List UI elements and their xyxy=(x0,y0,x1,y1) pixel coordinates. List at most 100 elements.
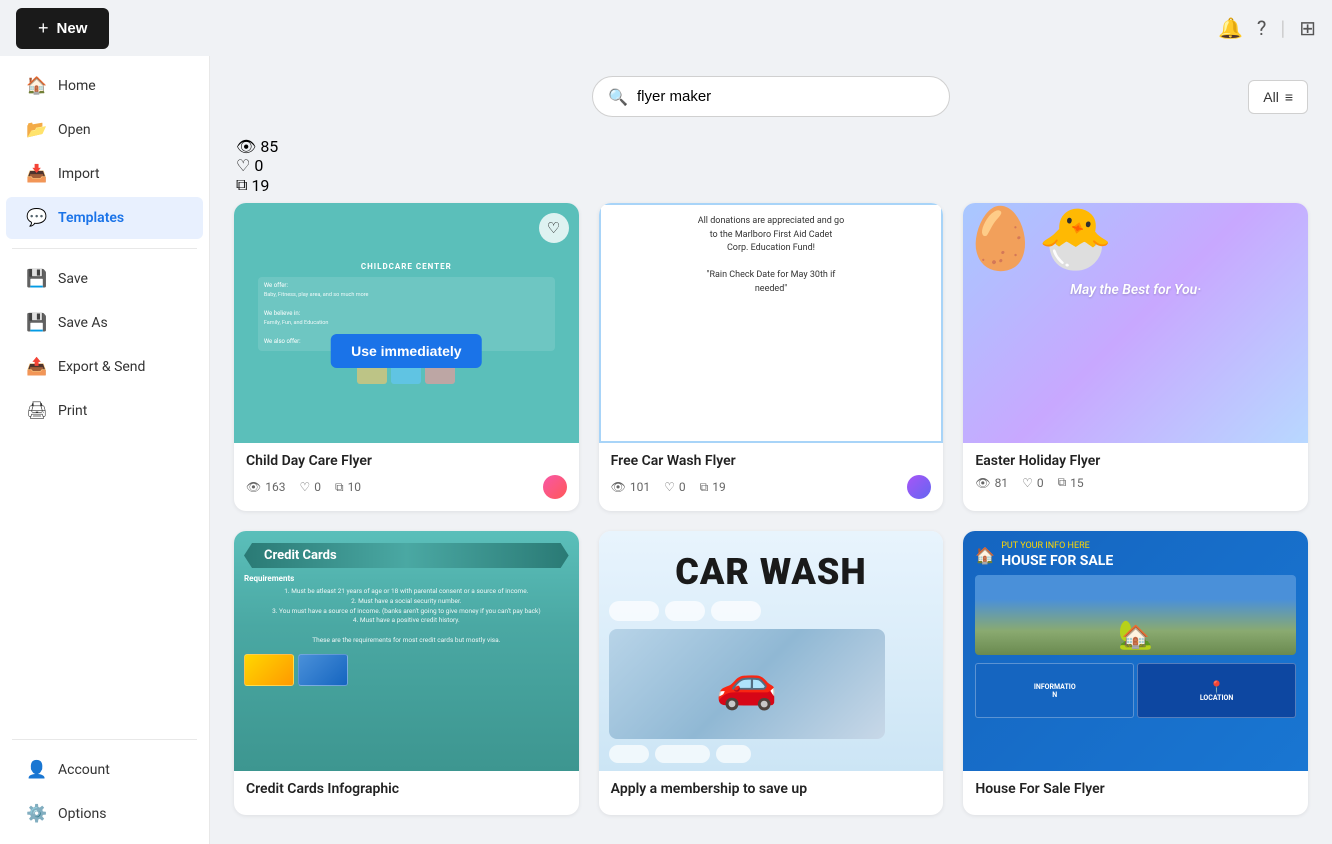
house-image: 🏠 PUT YOUR INFO HERE HOUSE FOR SALE 🏡 IN… xyxy=(963,531,1308,771)
heart-icon: ♡ xyxy=(299,480,310,494)
template-card-credit[interactable]: Credit Cards Requirements 1. Must be atl… xyxy=(234,531,579,815)
easter-title: Easter Holiday Flyer xyxy=(975,453,1296,469)
house-location-box: 📍 LOCATION xyxy=(1137,663,1296,718)
divider: | xyxy=(1280,16,1285,40)
new-button[interactable]: + New xyxy=(16,8,109,49)
freecarwash-card-info: Free Car Wash Flyer 👁 101 ♡ 0 xyxy=(599,443,944,511)
search-input[interactable] xyxy=(592,76,950,117)
childcare-image: ♡ CHILDCARE CENTER We offer: Baby, Fitne… xyxy=(234,203,579,443)
open-icon: 📂 xyxy=(26,120,46,140)
carwash-heading: CAR WASH xyxy=(609,551,934,593)
save-as-icon: 💾 xyxy=(26,313,46,333)
new-label: New xyxy=(57,20,88,37)
template-card-house[interactable]: 🏠 PUT YOUR INFO HERE HOUSE FOR SALE 🏡 IN… xyxy=(963,531,1308,815)
templates-icon: 💬 xyxy=(26,208,46,228)
sidebar-item-export[interactable]: 📤 Export & Send xyxy=(6,346,203,388)
bell-icon[interactable]: 🔔 xyxy=(1218,16,1243,40)
easter-stats: 👁 81 ♡ 0 ⧉ 15 xyxy=(975,475,1083,490)
freecarwash-text: All donations are appreciated and go to … xyxy=(611,215,932,296)
template-card-carwash[interactable]: CAR WASH 🚗 xyxy=(599,531,944,815)
home-icon: 🏠 xyxy=(26,76,46,96)
avatar-freecarwash xyxy=(907,475,931,499)
house-main-photo: 🏡 xyxy=(975,575,1296,655)
sidebar-label-options: Options xyxy=(58,806,106,822)
content-area: 🔍 All ≡ 👁 85 ♡ 0 xyxy=(210,56,1332,844)
search-container: 🔍 xyxy=(592,76,950,117)
template-card-freecarwash[interactable]: All donations are appreciated and go to … xyxy=(599,203,944,511)
freecarwash-stats: 👁 101 ♡ 0 ⧉ 19 xyxy=(611,480,726,495)
house-card-info: House For Sale Flyer xyxy=(963,771,1308,815)
sidebar-item-templates[interactable]: 💬 Templates xyxy=(6,197,203,239)
easter-views: 👁 81 xyxy=(975,476,1008,490)
house-info-grid: INFORMATION 📍 LOCATION xyxy=(975,663,1296,718)
credit-list: 1. Must be atleast 21 years of age or 18… xyxy=(244,587,569,646)
filter-list-icon: ≡ xyxy=(1285,89,1293,105)
sidebar-item-print[interactable]: 🖨 Print xyxy=(6,390,203,432)
top-views-count: 85 xyxy=(260,137,278,156)
eye-icon: 👁 xyxy=(611,480,626,494)
sidebar-item-save[interactable]: 💾 Save xyxy=(6,258,203,300)
copy-icon: ⧉ xyxy=(700,480,709,495)
sidebar-divider-1 xyxy=(12,248,197,249)
easter-eggs-icon: 🥚🐣 xyxy=(963,203,1308,274)
top-likes-count: 0 xyxy=(254,156,263,175)
childcare-views: 👁 163 xyxy=(246,480,285,494)
print-icon: 🖨 xyxy=(26,401,46,421)
childcare-stats: 👁 163 ♡ 0 ⧉ 10 xyxy=(246,480,361,495)
house-card-title: House For Sale Flyer xyxy=(975,781,1296,797)
childcare-copies: ⧉ 10 xyxy=(335,480,361,495)
sidebar-divider-2 xyxy=(12,739,197,740)
plus-icon: + xyxy=(38,18,49,39)
freecarwash-views: 👁 101 xyxy=(611,480,650,494)
childcare-card-info: Child Day Care Flyer 👁 163 ♡ 0 xyxy=(234,443,579,511)
use-immediately-label: Use immediately xyxy=(351,343,462,359)
sidebar-item-options[interactable]: ⚙️ Options xyxy=(6,793,203,835)
sidebar-label-print: Print xyxy=(58,403,87,419)
carwash-subtitle: Apply a membership to save up xyxy=(611,781,932,797)
avatar-childcare xyxy=(543,475,567,499)
main-layout: 🏠 Home 📂 Open 📥 Import 💬 Templates 💾 Sav… xyxy=(0,56,1332,844)
search-icon: 🔍 xyxy=(608,87,628,106)
eye-icon: 👁 xyxy=(236,137,256,156)
credit-card-info: Credit Cards Infographic xyxy=(234,771,579,815)
sidebar-label-import: Import xyxy=(58,166,100,182)
sidebar-label-account: Account xyxy=(58,762,110,778)
freecarwash-copies: ⧉ 19 xyxy=(700,480,726,495)
use-immediately-button[interactable]: Use immediately xyxy=(331,334,482,368)
heart-icon: ♡ xyxy=(664,480,675,494)
sidebar-label-save: Save xyxy=(58,271,88,287)
childcare-likes: ♡ 0 xyxy=(299,480,321,494)
top-views-stat: 👁 85 xyxy=(236,137,1306,156)
template-card-easter[interactable]: 🥚🐣 May the Best for You· Easter Holiday … xyxy=(963,203,1308,511)
template-grid: ♡ CHILDCARE CENTER We offer: Baby, Fitne… xyxy=(234,203,1308,815)
credit-image: Credit Cards Requirements 1. Must be atl… xyxy=(234,531,579,771)
topbar-right: 🔔 ? | ⊞ xyxy=(1218,16,1316,40)
freecarwash-likes: ♡ 0 xyxy=(664,480,686,494)
easter-text: May the Best for You· xyxy=(963,282,1308,298)
sidebar-item-import[interactable]: 📥 Import xyxy=(6,153,203,195)
freecarwash-title: Free Car Wash Flyer xyxy=(611,453,932,469)
easter-copies: ⧉ 15 xyxy=(1058,475,1084,490)
options-icon: ⚙️ xyxy=(26,804,46,824)
top-likes-stat: ♡ 0 xyxy=(236,156,1306,175)
house-label: PUT YOUR INFO HERE xyxy=(1001,541,1113,551)
import-icon: 📥 xyxy=(26,164,46,184)
sidebar-item-open[interactable]: 📂 Open xyxy=(6,109,203,151)
sidebar-label-home: Home xyxy=(58,78,96,94)
credit-title: Credit Cards Infographic xyxy=(246,781,567,797)
eye-icon: 👁 xyxy=(975,476,990,490)
account-icon: 👤 xyxy=(26,760,46,780)
filter-all-button[interactable]: All ≡ xyxy=(1248,80,1308,114)
export-icon: 📤 xyxy=(26,357,46,377)
sidebar-item-account[interactable]: 👤 Account xyxy=(6,749,203,791)
sidebar-item-home[interactable]: 🏠 Home xyxy=(6,65,203,107)
grid-icon[interactable]: ⊞ xyxy=(1299,16,1316,40)
sidebar-item-save-as[interactable]: 💾 Save As xyxy=(6,302,203,344)
template-card-childcare[interactable]: ♡ CHILDCARE CENTER We offer: Baby, Fitne… xyxy=(234,203,579,511)
freecarwash-stats-row: 👁 101 ♡ 0 ⧉ 19 xyxy=(611,475,932,499)
sidebar-label-export: Export & Send xyxy=(58,359,145,375)
save-icon: 💾 xyxy=(26,269,46,289)
childcare-heart-button[interactable]: ♡ xyxy=(539,213,569,243)
sidebar: 🏠 Home 📂 Open 📥 Import 💬 Templates 💾 Sav… xyxy=(0,56,210,844)
question-icon[interactable]: ? xyxy=(1257,16,1266,40)
